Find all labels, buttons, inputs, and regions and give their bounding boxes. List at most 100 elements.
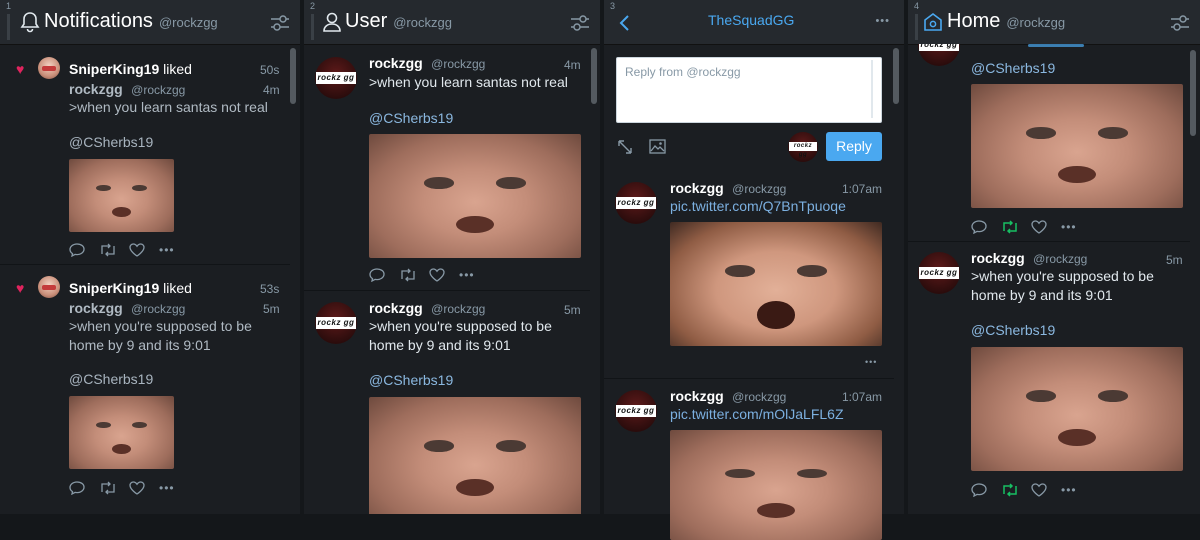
tweet-time: 1:07am — [842, 390, 883, 404]
mention-link[interactable]: @CSherbs19 — [369, 372, 453, 388]
author-handle: @rockzgg — [131, 83, 186, 97]
author-name[interactable]: rockzgg — [69, 81, 123, 97]
retweet-icon[interactable] — [99, 242, 129, 258]
liked-label: liked — [163, 61, 192, 77]
tweet-image[interactable] — [369, 397, 581, 514]
liker-name[interactable]: SniperKing19 — [69, 280, 159, 296]
avatar-logo: rockz gg — [316, 72, 356, 84]
column-title: User @rockzgg — [345, 10, 452, 33]
reply-button[interactable]: Reply — [826, 132, 882, 161]
tweet-image[interactable] — [369, 134, 581, 258]
column-title: TheSquadGG — [708, 12, 795, 28]
face-photo — [369, 397, 581, 514]
tweet-author: rockzgg @rockzgg — [69, 300, 185, 318]
like-icon[interactable] — [429, 267, 459, 283]
tweet-text-line1: >when you're supposed to be — [69, 318, 252, 334]
author-avatar[interactable]: rockz gg — [615, 182, 657, 224]
column-settings-icon[interactable] — [270, 14, 290, 37]
like-notification: SniperKing19 liked — [69, 61, 192, 77]
tweet-image[interactable] — [69, 159, 174, 232]
face-photo — [69, 159, 174, 232]
back-icon[interactable] — [618, 14, 630, 37]
reply-icon[interactable] — [971, 219, 1001, 235]
author-name[interactable]: rockzgg — [69, 300, 123, 316]
add-image-icon[interactable] — [649, 139, 666, 159]
reply-icon[interactable] — [369, 267, 399, 283]
liker-avatar[interactable] — [38, 276, 60, 298]
more-icon[interactable]: ••• — [159, 480, 189, 496]
retweet-icon[interactable] — [399, 267, 429, 283]
account-avatar[interactable]: rockz gg — [788, 132, 818, 162]
retweet-icon[interactable] — [99, 480, 129, 496]
item-divider — [304, 290, 590, 291]
tweet-image[interactable] — [670, 430, 882, 540]
avatar-logo: rockz gg — [789, 142, 817, 158]
liker-avatar[interactable] — [38, 57, 60, 79]
author-avatar[interactable]: rockz gg — [615, 390, 657, 432]
author-handle: @rockzgg — [431, 57, 486, 71]
reply-placeholder: Reply from @rockzgg — [625, 65, 741, 79]
liker-name[interactable]: SniperKing19 — [69, 61, 159, 77]
face-photo — [971, 84, 1183, 208]
like-icon[interactable] — [129, 480, 159, 496]
tweet-link[interactable]: pic.twitter.com/mOlJaLFL6Z — [670, 406, 844, 422]
tweet-time: 1:07am — [842, 182, 883, 196]
tweet-image[interactable] — [670, 222, 882, 346]
column-drag-handle[interactable] — [311, 14, 314, 40]
more-icon[interactable]: ••• — [459, 267, 489, 283]
mention-link[interactable]: @CSherbs19 — [369, 110, 453, 126]
more-icon[interactable]: ••• — [1061, 219, 1091, 235]
column-scrollbar[interactable] — [1190, 50, 1196, 136]
author-avatar[interactable]: rockz gg — [315, 57, 357, 99]
author-avatar[interactable]: rockz gg — [918, 252, 960, 294]
like-icon[interactable] — [1031, 219, 1061, 235]
author-handle: @rockzgg — [1033, 252, 1088, 266]
author-name[interactable]: rockzgg — [670, 388, 724, 404]
like-icon[interactable] — [1031, 482, 1061, 498]
more-icon[interactable]: ••• — [159, 242, 189, 258]
author-name[interactable]: rockzgg — [369, 300, 423, 316]
retweet-icon[interactable] — [1001, 482, 1031, 498]
item-divider — [604, 378, 894, 379]
bell-icon — [20, 11, 40, 38]
mention-link[interactable]: @CSherbs19 — [971, 60, 1055, 76]
author-name[interactable]: rockzgg — [369, 55, 423, 71]
column-drag-handle[interactable] — [915, 14, 918, 40]
tweet-image[interactable] — [971, 347, 1183, 471]
reply-input[interactable]: Reply from @rockzgg — [616, 57, 882, 123]
author-handle: @rockzgg — [732, 182, 787, 196]
tweet-image[interactable] — [971, 84, 1183, 208]
tweet-actions: ••• — [971, 482, 1091, 498]
column-scrollbar[interactable] — [893, 48, 899, 104]
author-name[interactable]: rockzgg — [971, 250, 1025, 266]
reply-icon[interactable] — [69, 242, 99, 258]
input-scrollbar[interactable] — [871, 60, 873, 118]
column-drag-handle[interactable] — [7, 14, 10, 40]
column-settings-icon[interactable] — [570, 14, 590, 37]
avatar-logo: rockz gg — [316, 317, 356, 329]
more-icon[interactable]: ••• — [875, 15, 890, 27]
reply-icon[interactable] — [971, 482, 1001, 498]
author-avatar[interactable]: rockz gg — [315, 302, 357, 344]
column-scrollbar[interactable] — [591, 48, 597, 104]
author-name[interactable]: rockzgg — [670, 180, 724, 196]
tweet-image[interactable] — [69, 396, 174, 469]
mention-link[interactable]: @CSherbs19 — [69, 371, 153, 387]
mention-link[interactable]: @CSherbs19 — [971, 322, 1055, 338]
more-icon[interactable]: ••• — [1061, 482, 1091, 498]
expand-icon[interactable] — [617, 139, 633, 160]
new-items-indicator — [1028, 44, 1084, 47]
tweet-text-line1: >when you're supposed to be — [971, 268, 1154, 284]
column-header: 4 Home @rockzgg — [908, 0, 1200, 45]
more-icon[interactable]: ••• — [865, 357, 877, 367]
retweet-icon[interactable] — [1001, 219, 1031, 235]
column-header: 2 User @rockzgg — [304, 0, 600, 45]
face-photo — [670, 222, 882, 346]
reply-icon[interactable] — [69, 480, 99, 496]
column-settings-icon[interactable] — [1170, 14, 1190, 37]
column-scrollbar[interactable] — [290, 48, 296, 104]
column-account: @rockzgg — [158, 15, 218, 30]
tweet-link[interactable]: pic.twitter.com/Q7BnTpuoqe — [670, 198, 846, 214]
like-icon[interactable] — [129, 242, 159, 258]
mention-link[interactable]: @CSherbs19 — [69, 134, 153, 150]
